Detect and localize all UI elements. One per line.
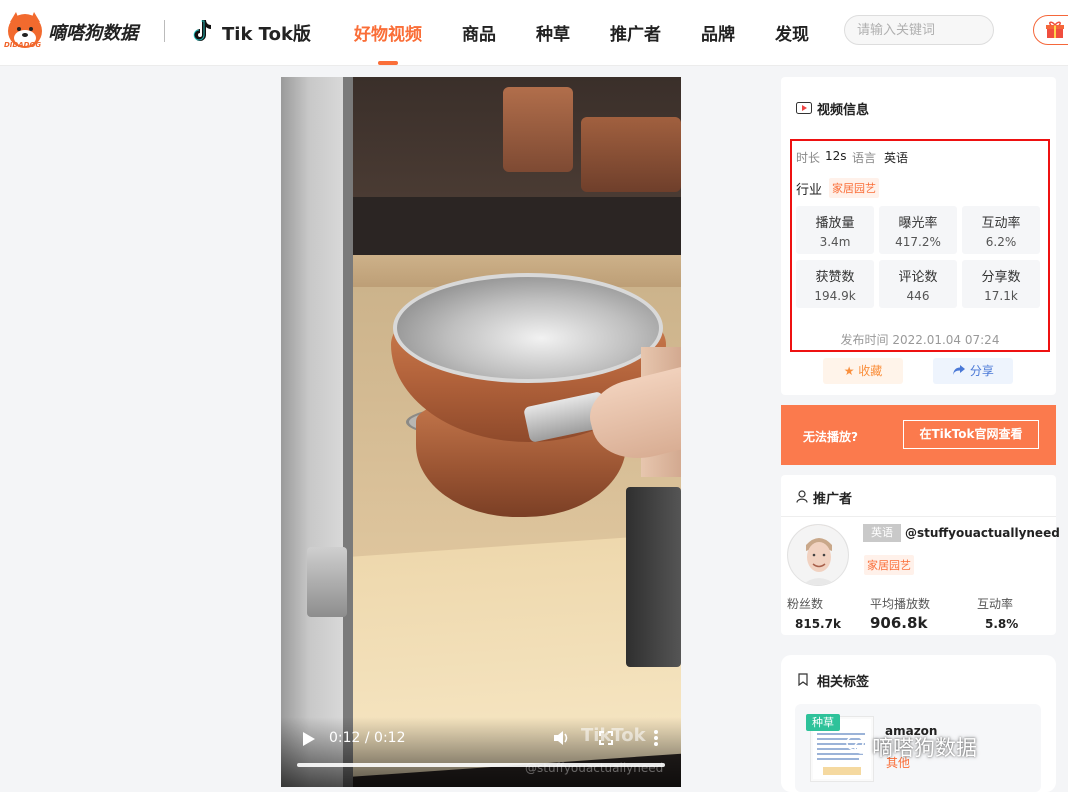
- share-button[interactable]: 分享: [933, 358, 1013, 384]
- stat-label: 评论数: [898, 270, 938, 285]
- fullscreen-icon[interactable]: [599, 731, 613, 745]
- gift-icon: [1046, 21, 1064, 38]
- video-frame-door-edge: [343, 77, 353, 787]
- industry-tag[interactable]: 家居园艺: [829, 178, 879, 198]
- video-frame-pot: [503, 87, 573, 172]
- avatar-portrait-icon: [788, 525, 848, 585]
- followers-value: 815.7k: [795, 617, 841, 631]
- nav-brands[interactable]: 品牌: [701, 20, 735, 45]
- video-frame-device: [626, 487, 681, 667]
- video-time: 0:12 / 0:12: [329, 730, 406, 746]
- stat-label: 分享数: [981, 270, 1021, 285]
- top-header: DIDADOG 嘀嗒狗数据 Tik Tok版 好物视频 商品 种草 推广者 品牌…: [0, 0, 1068, 66]
- seeding-badge: 种草: [806, 714, 840, 731]
- promoter-handle[interactable]: @stuffyouactuallyneed: [905, 526, 1060, 540]
- stat-value: 3.4m: [819, 235, 851, 249]
- more-options-icon[interactable]: [653, 729, 659, 747]
- nav-promoters[interactable]: 推广者: [610, 20, 661, 45]
- video-frame-door: [281, 77, 351, 787]
- stat-exposure: 曝光率 417.2%: [879, 206, 957, 254]
- video-progress-bar[interactable]: [297, 763, 665, 767]
- stat-shares: 分享数 17.1k: [962, 260, 1040, 308]
- duration-label: 时长: [796, 151, 821, 165]
- active-nav-indicator: [378, 61, 398, 65]
- duration-value: 12s: [825, 149, 847, 163]
- video-info-title: 视频信息: [817, 103, 870, 118]
- tiktok-icon: [193, 20, 211, 41]
- favorite-button[interactable]: ★ 收藏: [823, 358, 903, 384]
- stat-value: 417.2%: [895, 235, 941, 249]
- video-frame-pan-interior: [393, 273, 663, 383]
- industry-label: 行业: [796, 183, 823, 198]
- stat-value: 6.2%: [985, 235, 1017, 249]
- header-divider: [164, 20, 165, 42]
- share-label: 分享: [969, 364, 994, 378]
- video-frame-pot: [581, 117, 681, 192]
- promoter-title: 推广者: [813, 492, 853, 507]
- related-tags-title: 相关标签: [817, 675, 870, 690]
- nav-seeding[interactable]: 种草: [536, 20, 570, 45]
- favorite-label: 收藏: [858, 364, 883, 378]
- engagement-value: 5.8%: [985, 617, 1019, 631]
- cannot-play-text: 无法播放?: [803, 430, 858, 444]
- avg-plays-value: 906.8k: [870, 614, 928, 632]
- user-icon: [796, 490, 808, 503]
- stat-value: 446: [906, 289, 930, 303]
- promoter-category-tag[interactable]: 家居园艺: [864, 555, 914, 575]
- stat-comments: 评论数 446: [879, 260, 957, 308]
- stat-plays: 播放量 3.4m: [796, 206, 874, 254]
- nav-good-videos[interactable]: 好物视频: [354, 20, 422, 45]
- language-label: 语言: [852, 151, 877, 165]
- stat-value: 194.9k: [814, 289, 856, 303]
- brand-name[interactable]: 嘀嗒狗数据: [48, 19, 138, 45]
- platform-label[interactable]: Tik Tok版: [222, 20, 311, 46]
- video-icon: [796, 102, 812, 114]
- view-on-tiktok-button[interactable]: 在TikTok官网查看: [903, 420, 1039, 449]
- volume-icon[interactable]: [553, 729, 571, 747]
- publish-time: 发布时间 2022.01.04 07:24: [840, 333, 1000, 347]
- share-icon: [953, 365, 966, 375]
- bookmark-icon: [798, 673, 808, 686]
- engagement-label: 互动率: [977, 597, 1014, 611]
- divider: [781, 516, 1056, 517]
- brand-sub: DIDADOG: [4, 41, 42, 49]
- stat-label: 互动率: [981, 216, 1021, 231]
- stat-label: 获赞数: [815, 270, 855, 285]
- promoter-language-tag: 英语: [863, 524, 901, 542]
- video-frame-hinge: [307, 547, 347, 617]
- nav-discover[interactable]: 发现: [775, 20, 809, 45]
- star-icon: ★: [843, 364, 855, 378]
- gift-button[interactable]: [1033, 15, 1068, 45]
- search-input[interactable]: [844, 15, 994, 45]
- stat-engagement: 互动率 6.2%: [962, 206, 1040, 254]
- stat-value: 17.1k: [984, 289, 1018, 303]
- followers-label: 粉丝数: [787, 597, 824, 611]
- language-value: 英语: [884, 151, 909, 165]
- play-icon[interactable]: [301, 731, 317, 747]
- stat-likes: 获赞数 194.9k: [796, 260, 874, 308]
- stat-label: 播放量: [815, 216, 855, 231]
- tiktok-watermark: TikTok: [581, 725, 646, 746]
- wechat-watermark: 嘀嗒狗数据: [872, 736, 977, 760]
- nav-products[interactable]: 商品: [462, 20, 496, 45]
- avatar[interactable]: [787, 524, 849, 586]
- video-player[interactable]: 0:12 / 0:12 TikTok @stuffyouactuallyneed: [281, 77, 681, 787]
- wechat-icon: [846, 735, 870, 754]
- avg-plays-label: 平均播放数: [870, 597, 931, 611]
- stat-label: 曝光率: [898, 216, 938, 231]
